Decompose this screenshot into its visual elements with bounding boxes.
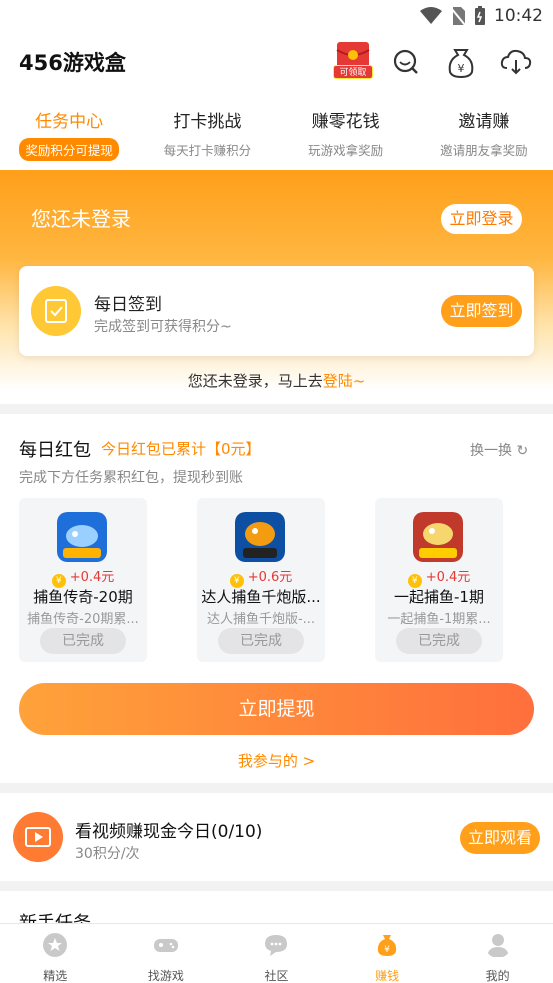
daily-redpacket-title: 每日红包	[19, 440, 91, 461]
reward-amount: ¥ +0.6元	[197, 566, 325, 588]
tab-subtitle: 玩游戏拿奖励	[308, 143, 384, 158]
refresh-icon: ↻	[516, 443, 529, 459]
game-name: 达人捕鱼千炮版...	[201, 588, 321, 606]
section-divider	[0, 881, 553, 891]
no-sim-icon	[450, 7, 466, 26]
signin-subtitle: 完成签到可获得积分~	[94, 319, 232, 335]
nav-featured[interactable]: 精选	[0, 924, 111, 983]
svg-text:¥: ¥	[384, 945, 390, 955]
reward-amount: ¥ +0.4元	[375, 566, 503, 588]
game-task-card[interactable]: ¥ +0.4元 一起捕鱼-1期 一起捕鱼-1期累... 已完成	[375, 498, 503, 662]
fish-game-icon	[57, 512, 107, 562]
withdraw-button[interactable]: 立即提现	[19, 683, 534, 735]
login-hint-text: 您还未登录，马上去	[187, 372, 323, 390]
user-icon	[486, 934, 509, 957]
tab-checkin-challenge[interactable]: 打卡挑战 每天打卡赚积分	[138, 90, 276, 162]
hero-title: 您还未登录	[31, 207, 131, 231]
money-bag-icon[interactable]: ¥	[441, 42, 481, 82]
nav-label: 找游戏	[147, 969, 184, 983]
battery-icon	[475, 6, 485, 25]
daily-redpacket-total: 今日红包已累计【0元】	[101, 440, 261, 458]
status-time: 10:42	[494, 6, 543, 26]
signin-title: 每日签到	[94, 295, 162, 315]
nav-earn[interactable]: ¥ 赚钱	[332, 924, 443, 983]
login-hint: 您还未登录，马上去登陆~	[0, 370, 553, 391]
completed-badge: 已完成	[396, 628, 482, 654]
star-icon	[43, 933, 68, 957]
tab-subtitle: 每天打卡赚积分	[163, 143, 252, 158]
my-participation-link[interactable]: 我参与的 >	[0, 750, 553, 771]
gamepad-icon	[153, 939, 178, 952]
login-hero: 您还未登录 立即登录 每日签到 完成签到可获得积分~ 立即签到	[0, 170, 553, 390]
top-tabs: 任务中心 奖励积分可提现 打卡挑战 每天打卡赚积分 赚零花钱 玩游戏拿奖励 邀请…	[0, 90, 553, 162]
section-divider	[0, 404, 553, 414]
tab-title: 邀请赚	[458, 112, 510, 132]
completed-badge: 已完成	[40, 628, 126, 654]
redpacket-badge[interactable]: 可领取	[333, 65, 373, 79]
video-task-title: 看视频赚现金今日(0/10)	[75, 822, 263, 842]
nav-label: 我的	[485, 969, 510, 983]
game-name: 一起捕鱼-1期	[394, 588, 484, 606]
nav-label: 精选	[43, 969, 68, 983]
refresh-label: 换一换	[470, 443, 512, 459]
reward-value: +0.6元	[247, 570, 293, 585]
game-desc: 一起捕鱼-1期累...	[387, 612, 491, 627]
calendar-check-icon	[31, 286, 81, 336]
watch-now-button[interactable]: 立即观看	[460, 822, 540, 854]
login-button[interactable]: 立即登录	[441, 204, 522, 234]
game-task-card[interactable]: ¥ +0.6元 达人捕鱼千炮版... 达人捕鱼千炮版-... 已完成	[197, 498, 325, 662]
wifi-icon	[420, 7, 442, 24]
fish-game-icon	[413, 512, 463, 562]
reward-amount: ¥ +0.4元	[19, 566, 147, 588]
tab-earn-pocket-money[interactable]: 赚零花钱 玩游戏拿奖励	[277, 90, 415, 162]
game-name: 捕鱼传奇-20期	[33, 588, 133, 606]
signin-button[interactable]: 立即签到	[441, 295, 522, 327]
nav-find-games[interactable]: 找游戏	[111, 924, 222, 983]
game-desc: 捕鱼传奇-20期累...	[27, 612, 139, 627]
tab-subtitle: 邀请朋友拿奖励	[440, 143, 528, 158]
money-bag-icon: ¥	[377, 935, 397, 956]
section-divider	[0, 783, 553, 793]
tab-title: 赚零花钱	[311, 112, 380, 132]
nav-profile[interactable]: 我的	[442, 924, 553, 983]
tab-title: 打卡挑战	[173, 112, 242, 132]
app-header: 456游戏盒 可领取 ¥	[0, 32, 553, 90]
daily-redpacket-subtitle: 完成下方任务累积红包，提现秒到账	[19, 470, 243, 486]
refresh-button[interactable]: 换一换 ↻	[470, 440, 528, 460]
chat-icon	[265, 935, 288, 956]
nav-label: 社区	[264, 969, 289, 983]
nav-label: 赚钱	[375, 969, 400, 983]
video-icon	[13, 812, 63, 862]
game-task-card[interactable]: ¥ +0.4元 捕鱼传奇-20期 捕鱼传奇-20期累... 已完成	[19, 498, 147, 662]
tab-title: 任务中心	[35, 112, 104, 132]
fish-game-icon	[235, 512, 285, 562]
cloud-download-icon[interactable]	[496, 42, 536, 82]
tab-task-center[interactable]: 任务中心 奖励积分可提现	[0, 90, 138, 162]
reward-value: +0.4元	[425, 570, 471, 585]
reward-value: +0.4元	[69, 570, 115, 585]
bottom-nav: 精选 找游戏 社区 ¥ 赚钱 我的	[0, 923, 553, 983]
search-icon[interactable]	[386, 42, 426, 82]
signin-card: 每日签到 完成签到可获得积分~ 立即签到	[19, 266, 534, 356]
nav-community[interactable]: 社区	[221, 924, 332, 983]
app-title: 456游戏盒	[19, 51, 126, 75]
video-task-subtitle: 30积分/次	[75, 846, 140, 862]
game-desc: 达人捕鱼千炮版-...	[206, 612, 316, 627]
svg-text:¥: ¥	[458, 62, 465, 75]
status-bar: 10:42	[0, 0, 553, 32]
tab-invite[interactable]: 邀请赚 邀请朋友拿奖励	[415, 90, 553, 162]
login-link[interactable]: 登陆~	[323, 372, 366, 390]
tab-subtitle: 奖励积分可提现	[19, 138, 119, 161]
completed-badge: 已完成	[218, 628, 304, 654]
